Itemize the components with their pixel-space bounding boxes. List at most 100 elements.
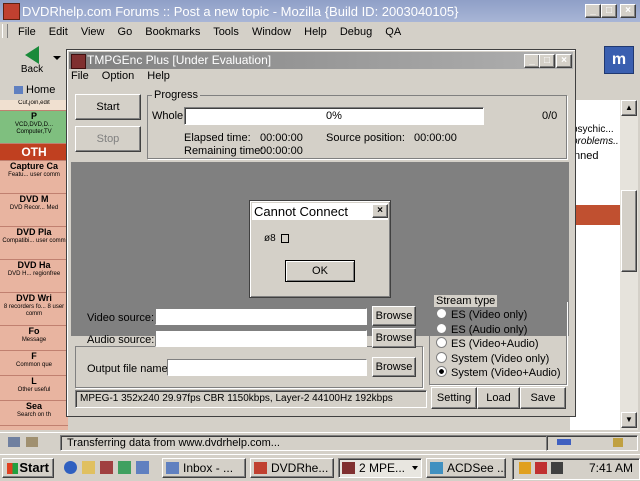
radio-icon (436, 351, 447, 363)
stream-option-system-video-audio[interactable]: System (Video+Audio) (436, 366, 561, 381)
zonealarm-icon[interactable] (519, 462, 531, 474)
desktop-icon[interactable] (136, 461, 149, 474)
browser-menu-bar: File Edit View Go Bookmarks Tools Window… (0, 22, 640, 42)
task-group-arrow-icon (412, 466, 418, 470)
component-bar-icons[interactable] (8, 437, 54, 449)
tmpgenc-task-icon (342, 462, 355, 474)
tmpgenc-maximize-icon[interactable]: □ (539, 54, 555, 68)
video-browse-button[interactable]: Browse (372, 306, 416, 326)
elapsed-label: Elapsed time: (184, 132, 251, 144)
audio-browse-button[interactable]: Browse (372, 328, 416, 348)
stream-option-es-video-audio[interactable]: ES (Video+Audio) (436, 337, 561, 352)
tmpgenc-title-bar[interactable]: TMPGEnc Plus [Under Evaluation] _ □ × (69, 52, 573, 69)
sidebar-section[interactable]: Sea Search on th (0, 401, 68, 426)
menu-help[interactable]: Help (304, 26, 327, 38)
home-icon (14, 86, 23, 94)
sidebar-section[interactable]: F Common que (0, 351, 68, 376)
sidebar-section[interactable]: DVD M DVD Recor... Med (0, 194, 68, 227)
mozilla-logo-icon[interactable]: m (604, 46, 634, 74)
progress-group: Progress Whole: 0% 0/0 Elapsed time: 00:… (147, 89, 567, 159)
load-button[interactable]: Load (477, 387, 520, 409)
scroll-thumb[interactable] (621, 190, 637, 272)
menu-debug[interactable]: Debug (340, 26, 372, 38)
ok-button[interactable]: OK (285, 260, 355, 282)
browser-title: DVDRhelp.com Forums :: Post a new topic … (22, 4, 459, 19)
audio-source-input[interactable] (155, 330, 367, 347)
tmpgenc-minimize-icon[interactable]: _ (524, 54, 540, 68)
page-text: psychic... (572, 124, 614, 135)
minimize-icon[interactable]: _ (585, 4, 601, 18)
output-file-label: Output file name: (87, 363, 171, 375)
tmp-menu-file[interactable]: File (71, 70, 89, 82)
output-file-input[interactable] (167, 359, 367, 376)
task-acdsee[interactable]: ACDSee ... (426, 458, 506, 478)
dialog-close-icon[interactable]: × (372, 204, 388, 218)
tray-icon[interactable] (551, 462, 563, 474)
page-text: problems.. (572, 136, 619, 147)
video-source-input[interactable] (155, 308, 367, 325)
mozilla-task-icon (254, 462, 267, 474)
sidebar-section[interactable]: Fo Message (0, 326, 68, 351)
stop-button[interactable]: Stop (75, 126, 141, 152)
menu-window[interactable]: Window (252, 26, 291, 38)
output-browse-button[interactable]: Browse (372, 357, 416, 377)
radio-icon (436, 337, 447, 348)
whole-progress-bar: 0% (184, 107, 484, 125)
save-button[interactable]: Save (520, 387, 566, 409)
outlook-icon[interactable] (82, 461, 95, 474)
tmpgenc-menu-bar: File Option Help (71, 70, 180, 86)
sidebar-section[interactable]: P VCD,DVD,D... Computer,TV (0, 111, 68, 144)
media-icon[interactable] (100, 461, 113, 474)
sidebar-section[interactable]: DVD Wri 8 recorders fo... 8 user comm (0, 293, 68, 326)
sidebar-section[interactable]: L Other useful (0, 376, 68, 401)
tmp-menu-help[interactable]: Help (147, 70, 170, 82)
page-sidebar: Cut,join,edit P VCD,DVD,D... Computer,TV … (0, 100, 68, 430)
audio-source-label: Audio source: (87, 334, 155, 346)
menu-go[interactable]: Go (118, 26, 133, 38)
task-inbox[interactable]: Inbox - ... (162, 458, 246, 478)
tray-icon[interactable] (535, 462, 547, 474)
stream-option-system-video[interactable]: System (Video only) (436, 351, 561, 367)
start-button[interactable]: Start (75, 94, 141, 120)
close-icon[interactable]: × (620, 4, 636, 18)
page-scrollbar[interactable]: ▲ ▼ (620, 100, 638, 430)
video-source-label: Video source: (87, 312, 155, 324)
sidebar-section[interactable]: DVD Pla Compatibi... user comm (0, 227, 68, 260)
tmpgenc-app-icon (71, 54, 86, 69)
stream-option-es-video[interactable]: ES (Video only) (436, 308, 561, 323)
menu-edit[interactable]: Edit (49, 26, 68, 38)
menu-view[interactable]: View (81, 26, 105, 38)
sidebar-section[interactable]: Capture Ca Featu... user comm (0, 161, 68, 194)
program-icon[interactable] (118, 461, 131, 474)
menu-tools[interactable]: Tools (213, 26, 239, 38)
progress-meter (546, 435, 638, 451)
browser-status-bar: Transferring data from www.dvdrhelp.com.… (0, 432, 640, 453)
tray-clock[interactable]: 7:41 AM (589, 461, 633, 475)
setting-button[interactable]: Setting (431, 387, 477, 409)
stream-option-es-audio[interactable]: ES (Audio only) (436, 322, 561, 338)
menu-file[interactable]: File (18, 26, 36, 38)
task-dvdrhelp[interactable]: DVDRhe... (250, 458, 334, 478)
browser-title-bar[interactable]: DVDRhelp.com Forums :: Post a new topic … (0, 0, 640, 22)
remaining-value: 00:00:00 (260, 145, 303, 157)
source-position-value: 00:00:00 (414, 132, 457, 144)
maximize-icon[interactable]: □ (601, 4, 617, 18)
sidebar-section[interactable]: Cut,join,edit (0, 100, 68, 111)
back-dropdown-icon[interactable] (53, 56, 61, 60)
ie-icon[interactable] (64, 461, 77, 474)
cannot-connect-dialog: Cannot Connect × ø8 OK (249, 200, 391, 298)
scroll-up-icon[interactable]: ▲ (621, 100, 637, 116)
tmp-menu-option[interactable]: Option (102, 70, 134, 82)
menu-bookmarks[interactable]: Bookmarks (145, 26, 200, 38)
tmpgenc-close-icon[interactable]: × (556, 54, 572, 68)
sidebar-section-header: OTH (0, 144, 68, 161)
sidebar-section[interactable]: DVD Ha DVD H... regionfree (0, 260, 68, 293)
home-button[interactable]: Home (14, 84, 55, 98)
start-menu-button[interactable]: Start (2, 458, 54, 478)
dialog-title-bar[interactable]: Cannot Connect × (252, 203, 388, 220)
menu-qa[interactable]: QA (385, 26, 401, 38)
task-mpeg[interactable]: 2 MPE... (338, 458, 422, 478)
windows-logo-icon (7, 463, 18, 474)
back-button[interactable]: Back (14, 44, 50, 78)
scroll-down-icon[interactable]: ▼ (621, 412, 637, 428)
